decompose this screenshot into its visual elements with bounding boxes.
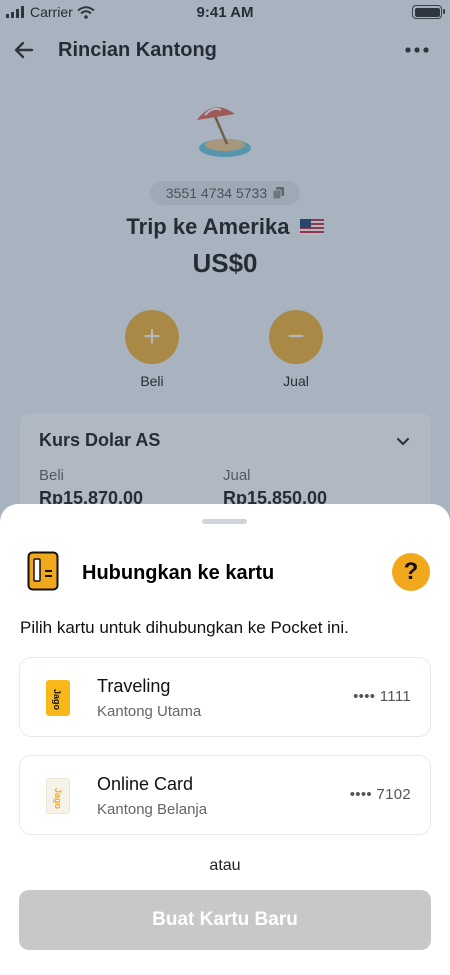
sheet-description: Pilih kartu untuk dihubungkan ke Pocket …: [20, 618, 349, 637]
card-number: •••• 7102: [349, 786, 411, 803]
sheet-title: Hubungkan ke kartu: [82, 562, 275, 584]
or-divider-text: atau: [209, 857, 241, 874]
link-card-bottom-sheet: Hubungkan ke kartu ? Pilih kartu untuk d…: [0, 504, 450, 975]
card-brand: Jago: [53, 788, 63, 810]
card-number: •••• 1111: [353, 688, 411, 705]
card-option-traveling[interactable]: Jago Traveling Kantong Utama •••• 1111: [19, 657, 431, 737]
sheet-grabber[interactable]: [202, 519, 247, 524]
card-thumbnail: Jago: [46, 778, 70, 814]
card-thumbnail: Jago: [46, 680, 70, 716]
card-pocket: Kantong Belanja: [97, 801, 208, 818]
create-new-card-button[interactable]: Buat Kartu Baru: [19, 890, 431, 950]
card-pocket: Kantong Utama: [97, 703, 202, 720]
help-button[interactable]: ?: [392, 553, 430, 591]
card-icon: [27, 551, 59, 591]
card-name: Online Card: [97, 774, 194, 794]
card-brand: Jago: [52, 689, 62, 711]
card-option-online[interactable]: Jago Online Card Kantong Belanja •••• 71…: [19, 755, 431, 835]
card-name: Traveling: [97, 676, 171, 696]
